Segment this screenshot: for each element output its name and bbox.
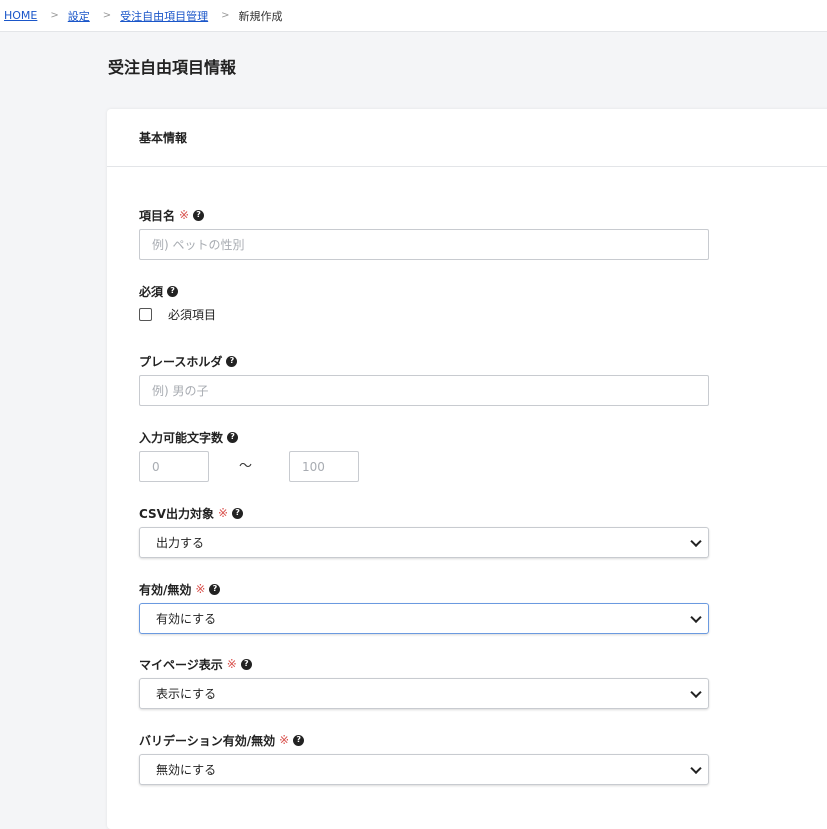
validation-field: バリデーション有効/無効 ※ ? 無効にする xyxy=(139,732,709,785)
validation-selected: 無効にする xyxy=(156,763,217,777)
required-field: 必須 ? 必須項目 xyxy=(139,283,709,323)
breadcrumb-settings-link[interactable]: 設定 xyxy=(68,8,90,24)
chevron-down-icon xyxy=(690,762,702,774)
breadcrumb: HOME > 設定 > 受注自由項目管理 > 新規作成 xyxy=(0,0,827,32)
breadcrumb-home-link[interactable]: HOME xyxy=(4,9,37,22)
placeholder-input[interactable] xyxy=(139,375,709,406)
csv-output-select[interactable]: 出力する xyxy=(139,527,709,558)
help-icon[interactable]: ? xyxy=(293,734,305,746)
item-name-field: 項目名 ※ ? xyxy=(139,207,709,260)
required-mark: ※ xyxy=(179,208,190,222)
help-icon[interactable]: ? xyxy=(209,583,221,595)
mypage-display-field: マイページ表示 ※ ? 表示にする xyxy=(139,656,709,709)
active-selected: 有効にする xyxy=(156,612,217,626)
required-checkbox[interactable] xyxy=(139,308,152,321)
active-select[interactable]: 有効にする xyxy=(139,603,709,634)
breadcrumb-current: 新規作成 xyxy=(238,9,283,23)
breadcrumb-custom-fields-link[interactable]: 受注自由項目管理 xyxy=(120,8,208,24)
required-label-text: 必須 xyxy=(139,284,164,299)
mypage-display-label-text: マイページ表示 xyxy=(139,657,223,672)
required-mark: ※ xyxy=(226,657,237,671)
required-label: 必須 ? xyxy=(139,283,709,299)
char-count-field: 入力可能文字数 ? 〜 xyxy=(139,429,709,482)
csv-output-selected: 出力する xyxy=(156,536,205,550)
required-mark: ※ xyxy=(217,506,229,520)
required-checkbox-row[interactable]: 必須項目 xyxy=(139,306,709,323)
breadcrumb-separator: > xyxy=(50,10,59,21)
max-length-input[interactable] xyxy=(289,451,359,482)
range-tilde: 〜 xyxy=(239,459,253,474)
help-icon[interactable]: ? xyxy=(226,355,238,367)
help-icon[interactable]: ? xyxy=(232,507,244,519)
validation-select[interactable]: 無効にする xyxy=(139,754,709,785)
breadcrumb-separator: > xyxy=(102,10,112,21)
item-name-input[interactable] xyxy=(139,229,709,260)
char-count-label-text: 入力可能文字数 xyxy=(139,430,224,445)
help-icon[interactable]: ? xyxy=(227,431,239,443)
csv-output-field: CSV出力対象 ※ ? 出力する xyxy=(139,505,709,558)
item-name-label: 項目名 ※ ? xyxy=(139,207,709,223)
mypage-display-select[interactable]: 表示にする xyxy=(139,678,709,709)
basic-info-card: 基本情報 項目名 ※ ? 必須 ? 必須項目 プレースホルダ ? 入力可能文字数 xyxy=(107,109,827,829)
card-header: 基本情報 xyxy=(107,109,827,167)
help-icon[interactable]: ? xyxy=(193,209,205,221)
validation-label-text: バリデーション有効/無効 xyxy=(139,733,276,748)
chevron-down-icon xyxy=(690,686,702,698)
item-name-label-text: 項目名 xyxy=(139,208,176,223)
page-title: 受注自由項目情報 xyxy=(108,58,237,77)
csv-output-label-text: CSV出力対象 xyxy=(139,506,214,521)
breadcrumb-separator: > xyxy=(221,10,230,21)
help-icon[interactable]: ? xyxy=(240,658,252,670)
placeholder-label-text: プレースホルダ xyxy=(139,354,223,369)
chevron-down-icon xyxy=(690,611,702,623)
mypage-display-label: マイページ表示 ※ ? xyxy=(139,656,709,672)
active-label-text: 有効/無効 xyxy=(139,582,192,597)
min-length-input[interactable] xyxy=(139,451,209,482)
active-field: 有効/無効 ※ ? 有効にする xyxy=(139,581,709,634)
chevron-down-icon xyxy=(690,535,702,547)
mypage-display-selected: 表示にする xyxy=(156,687,217,701)
placeholder-field: プレースホルダ ? xyxy=(139,353,709,406)
active-label: 有効/無効 ※ ? xyxy=(139,581,709,597)
help-icon[interactable]: ? xyxy=(167,285,179,297)
char-count-label: 入力可能文字数 ? xyxy=(139,429,709,445)
required-checkbox-label[interactable]: 必須項目 xyxy=(168,306,216,323)
char-count-range: 〜 xyxy=(139,451,709,482)
csv-output-label: CSV出力対象 ※ ? xyxy=(139,505,709,521)
required-mark: ※ xyxy=(279,733,290,747)
validation-label: バリデーション有効/無効 ※ ? xyxy=(139,732,709,748)
required-mark: ※ xyxy=(195,582,206,596)
placeholder-label: プレースホルダ ? xyxy=(139,353,709,369)
